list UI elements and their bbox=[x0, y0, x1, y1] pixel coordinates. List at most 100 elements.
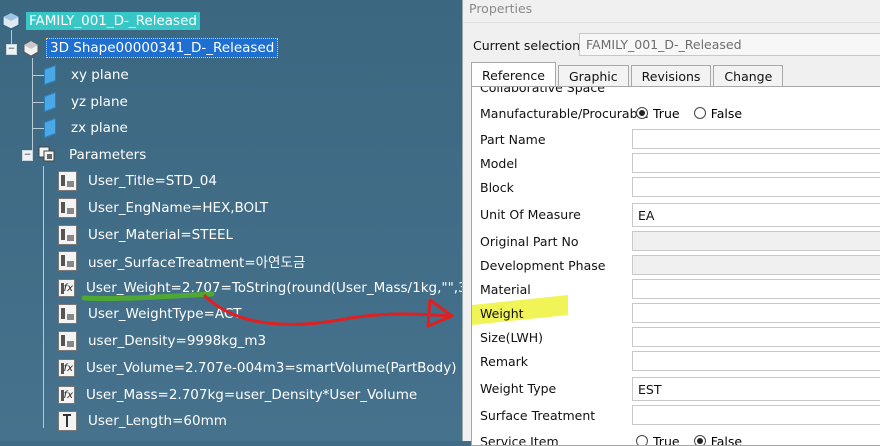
properties-dialog[interactable]: Properties Current selection : FAMILY_00… bbox=[462, 0, 880, 446]
tree-node-label: User_WeightType=ACT bbox=[88, 306, 242, 322]
row-part-name: Part Name bbox=[472, 129, 880, 153]
tree-param-user-weighttype[interactable]: User_WeightType=ACT bbox=[58, 303, 245, 325]
tree-param-user-mass[interactable]: fx User_Mass=2.707kg=user_Density*User_V… bbox=[58, 384, 420, 406]
surface-treatment-field[interactable] bbox=[632, 405, 880, 425]
row-remark: Remark bbox=[472, 351, 880, 375]
specification-tree[interactable]: FAMILY_001_D-_Released − 3D Shape0000034… bbox=[0, 0, 462, 441]
property-label: Remark bbox=[480, 354, 529, 369]
weight-type-field[interactable]: EST bbox=[632, 377, 880, 401]
formula-icon: fx bbox=[58, 386, 75, 404]
tree-node-3d-shape[interactable]: 3D Shape00000341_D-_Released bbox=[22, 37, 279, 59]
radio-group: True False bbox=[636, 106, 752, 122]
plane-icon bbox=[44, 64, 56, 86]
3d-shape-icon bbox=[23, 40, 39, 57]
weight-field[interactable] bbox=[632, 303, 880, 323]
development-phase-field[interactable] bbox=[632, 255, 880, 275]
tree-param-user-title[interactable]: User_Title=STD_04 bbox=[58, 170, 220, 192]
tab-change[interactable]: Change bbox=[713, 65, 784, 87]
tree-node-label: User_Weight=2.707=ToString(round(User_Ma… bbox=[86, 280, 462, 296]
tab-reference[interactable]: Reference bbox=[471, 62, 556, 87]
property-label: Service Item bbox=[480, 434, 559, 446]
parameter-icon bbox=[58, 225, 77, 245]
original-part-no-field[interactable] bbox=[632, 231, 880, 251]
tree-param-user-engname[interactable]: User_EngName=HEX,BOLT bbox=[58, 197, 271, 219]
formula-icon: fx bbox=[58, 359, 75, 377]
property-label: Weight Type bbox=[480, 381, 557, 396]
parameters-icon bbox=[38, 146, 55, 162]
tree-node-zx-plane[interactable]: zx plane bbox=[40, 117, 131, 139]
parameter-icon bbox=[58, 304, 77, 324]
parameter-icon bbox=[58, 171, 77, 191]
property-label: Size(LWH) bbox=[480, 330, 543, 345]
row-block: Block bbox=[472, 177, 880, 201]
collapse-toggle[interactable]: − bbox=[22, 150, 33, 161]
property-label: Weight bbox=[480, 306, 524, 321]
tree-param-user-density[interactable]: user_Density=9998kg_m3 bbox=[58, 330, 269, 352]
property-label: Development Phase bbox=[480, 258, 606, 273]
current-selection-field[interactable]: FAMILY_001_D-_Released bbox=[579, 33, 880, 56]
radio-label: False bbox=[710, 434, 743, 446]
tree-param-surface-treatment[interactable]: user_SurfaceTreatment=아연도금 bbox=[58, 250, 308, 272]
row-surface-treatment: Surface Treatment bbox=[472, 405, 880, 429]
model-field[interactable] bbox=[632, 153, 880, 173]
tab-revisions[interactable]: Revisions bbox=[630, 65, 712, 87]
tree-node-label: User_Material=STEEL bbox=[88, 227, 234, 243]
tree-connector bbox=[32, 58, 33, 158]
tree-node-label: user_SurfaceTreatment=아연도금 bbox=[88, 255, 306, 271]
row-service-item: Service Item True False bbox=[472, 431, 880, 446]
unit-of-measure-field[interactable]: EA bbox=[632, 203, 880, 227]
row-weight-type: Weight Type EST bbox=[472, 377, 880, 401]
remark-field[interactable] bbox=[632, 351, 880, 371]
row-size-lwh: Size(LWH) bbox=[472, 327, 880, 351]
length-parameter-icon bbox=[58, 411, 77, 431]
tree-param-user-length[interactable]: User_Length=60mm bbox=[58, 410, 230, 432]
tree-node-label: FAMILY_001_D-_Released bbox=[26, 12, 200, 30]
material-field[interactable] bbox=[632, 279, 880, 299]
tree-node-parameters[interactable]: Parameters bbox=[38, 144, 149, 166]
parameter-icon bbox=[58, 331, 77, 351]
radio-label: True bbox=[653, 106, 680, 121]
tab-graphic[interactable]: Graphic bbox=[557, 65, 629, 87]
tree-param-user-volume[interactable]: fx User_Volume=2.707e-004m3=smartVolume(… bbox=[58, 357, 459, 379]
property-label: Block bbox=[480, 180, 514, 195]
tree-node-root[interactable]: FAMILY_001_D-_Released bbox=[2, 10, 200, 32]
radio-label: True bbox=[653, 434, 680, 446]
row-weight: Weight bbox=[472, 303, 880, 327]
part-family-icon bbox=[2, 12, 20, 30]
tree-node-label: user_Density=9998kg_m3 bbox=[88, 333, 267, 349]
tree-node-xy-plane[interactable]: xy plane bbox=[40, 64, 132, 86]
radio-false[interactable] bbox=[693, 107, 706, 119]
property-label: Original Part No bbox=[480, 234, 579, 249]
plane-icon bbox=[44, 117, 56, 139]
tree-node-label: 3D Shape00000341_D-_Released bbox=[46, 38, 279, 58]
tree-param-user-material[interactable]: User_Material=STEEL bbox=[58, 224, 236, 246]
annotation-arrowhead bbox=[426, 298, 454, 328]
size-lwh-field[interactable] bbox=[632, 327, 880, 347]
row-model: Model bbox=[472, 153, 880, 177]
tree-node-label: User_Volume=2.707e-004m3=smartVolume(Par… bbox=[86, 360, 457, 376]
tree-node-label: Parameters bbox=[69, 147, 147, 163]
current-selection-label: Current selection : bbox=[473, 38, 589, 53]
tree-node-label: xy plane bbox=[71, 67, 129, 83]
part-name-field[interactable] bbox=[632, 129, 880, 149]
row-manufacturable-procurable: Manufacturable/Procurable True False bbox=[472, 103, 880, 127]
formula-icon: fx bbox=[58, 279, 75, 297]
block-field[interactable] bbox=[632, 177, 880, 197]
row-development-phase: Development Phase bbox=[472, 255, 880, 279]
tree-node-label: User_Title=STD_04 bbox=[88, 173, 217, 189]
radio-true-selected[interactable] bbox=[636, 107, 648, 119]
tree-node-yz-plane[interactable]: yz plane bbox=[40, 91, 131, 113]
tree-node-label: yz plane bbox=[71, 94, 128, 110]
reference-tab-content[interactable]: Collaborative Space Manufacturable/Procu… bbox=[471, 86, 880, 446]
row-original-part-no: Original Part No bbox=[472, 231, 880, 255]
collapse-toggle[interactable]: − bbox=[6, 44, 17, 55]
radio-group: True False bbox=[636, 434, 752, 446]
tree-node-label: User_Mass=2.707kg=user_Density*User_Volu… bbox=[86, 387, 418, 403]
tree-param-user-weight[interactable]: fx User_Weight=2.707=ToString(round(User… bbox=[58, 277, 462, 299]
property-label: Material bbox=[480, 282, 531, 297]
collaborative-space-label: Collaborative Space bbox=[480, 86, 605, 95]
parameter-icon bbox=[58, 251, 77, 271]
plane-icon bbox=[44, 91, 56, 113]
dialog-title: Properties bbox=[469, 1, 533, 16]
row-unit-of-measure: Unit Of Measure EA bbox=[472, 203, 880, 227]
